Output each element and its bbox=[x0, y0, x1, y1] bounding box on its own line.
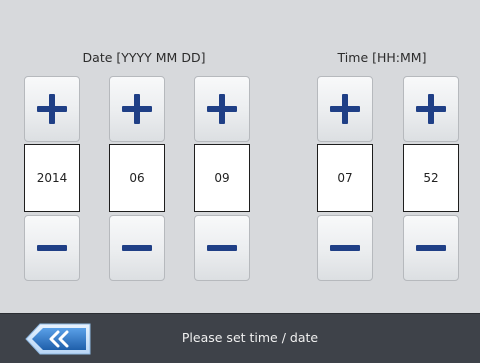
minus-icon bbox=[37, 245, 67, 251]
double-chevron-left-icon bbox=[25, 323, 91, 355]
hour-increment-button[interactable] bbox=[317, 76, 373, 142]
minute-value: 52 bbox=[403, 144, 459, 212]
minute-decrement-button[interactable] bbox=[403, 215, 459, 281]
month-decrement-button[interactable] bbox=[109, 215, 165, 281]
year-value: 2014 bbox=[24, 144, 80, 212]
minus-icon bbox=[416, 245, 446, 251]
plus-icon bbox=[207, 94, 237, 124]
month-increment-button[interactable] bbox=[109, 76, 165, 142]
minus-icon bbox=[330, 245, 360, 251]
plus-icon bbox=[37, 94, 67, 124]
status-message: Please set time / date bbox=[181, 330, 319, 345]
minute-increment-button[interactable] bbox=[403, 76, 459, 142]
hour-value: 07 bbox=[317, 144, 373, 212]
year-column: 2014 bbox=[24, 0, 80, 313]
day-increment-button[interactable] bbox=[194, 76, 250, 142]
year-increment-button[interactable] bbox=[24, 76, 80, 142]
back-button[interactable] bbox=[24, 323, 92, 355]
day-column: 09 bbox=[194, 0, 250, 313]
year-decrement-button[interactable] bbox=[24, 215, 80, 281]
month-value: 06 bbox=[109, 144, 165, 212]
minus-icon bbox=[207, 245, 237, 251]
minus-icon bbox=[122, 245, 152, 251]
hour-column: 07 bbox=[317, 0, 373, 313]
hour-decrement-button[interactable] bbox=[317, 215, 373, 281]
plus-icon bbox=[330, 94, 360, 124]
plus-icon bbox=[122, 94, 152, 124]
minute-column: 52 bbox=[403, 0, 459, 313]
plus-icon bbox=[416, 94, 446, 124]
day-value: 09 bbox=[194, 144, 250, 212]
footer-bar: Please set time / date bbox=[0, 313, 480, 363]
month-column: 06 bbox=[109, 0, 165, 313]
day-decrement-button[interactable] bbox=[194, 215, 250, 281]
